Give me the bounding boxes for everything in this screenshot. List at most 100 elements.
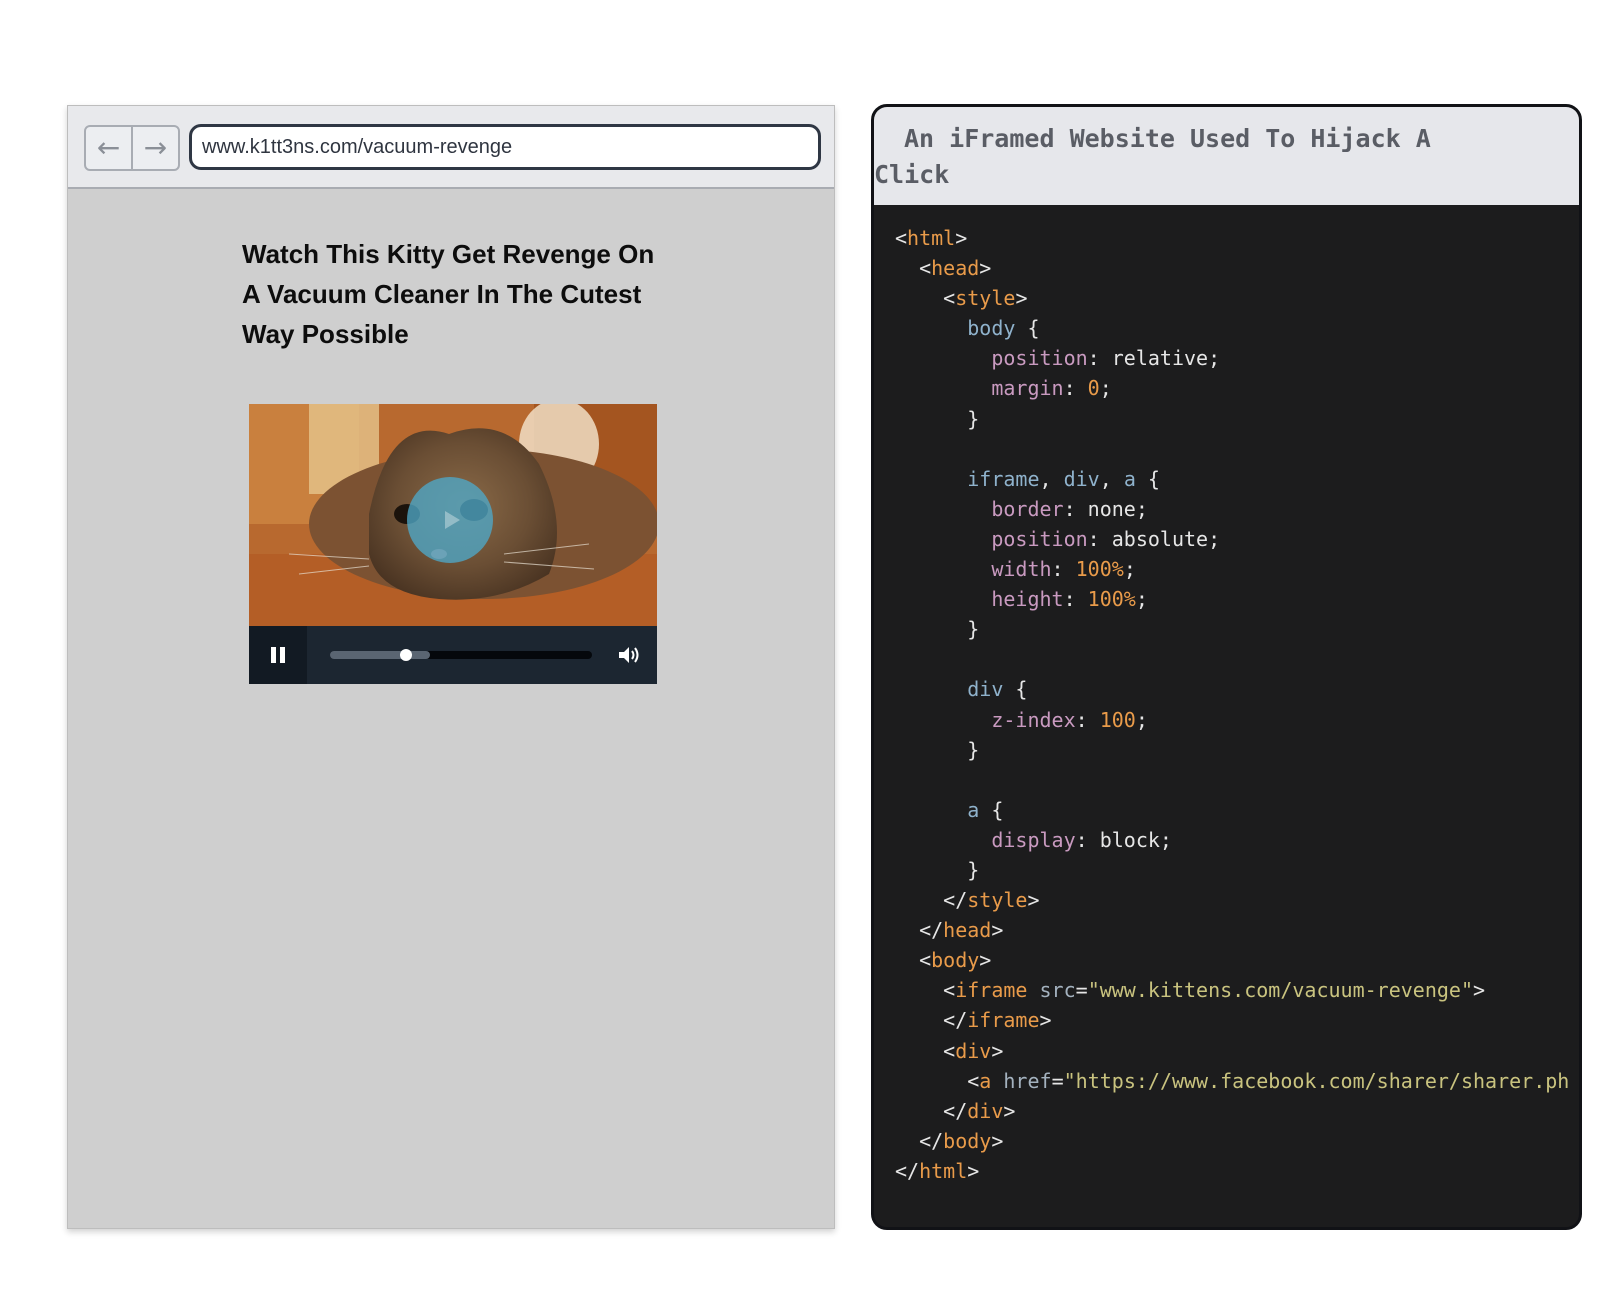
- code-token: <: [895, 948, 932, 973]
- code-panel: An iFramed Website Used To Hijack A Clic…: [871, 104, 1582, 1230]
- code-token: div: [955, 1038, 992, 1063]
- code-token: >: [991, 1128, 1004, 1153]
- code-token: body: [895, 316, 1016, 341]
- code-token: body: [943, 1128, 992, 1153]
- code-token: >: [979, 948, 992, 973]
- code-token: display: [895, 827, 1076, 852]
- code-token: </: [895, 1128, 944, 1153]
- code-token: >: [991, 1038, 1004, 1063]
- code-token: ,: [1099, 466, 1124, 491]
- play-icon: [444, 511, 460, 529]
- code-token: a: [979, 1068, 992, 1093]
- code-token: >: [1473, 978, 1486, 1003]
- code-token: >: [1039, 1008, 1052, 1033]
- code-token: {: [1135, 466, 1160, 491]
- url-text: www.k1tt3ns.com/vacuum-revenge: [202, 135, 513, 158]
- code-token: <: [895, 1038, 956, 1063]
- code-line: </iframe>: [895, 1008, 1052, 1033]
- code-token: :: [1063, 376, 1088, 401]
- code-token: 100%: [1075, 557, 1124, 582]
- code-line: z-index: 100;: [895, 708, 1148, 732]
- code-token: width: [895, 557, 1052, 582]
- code-token: ,: [1039, 466, 1064, 491]
- code-line: <a href="https://www.facebook.com/sharer…: [895, 1069, 1569, 1093]
- code-line: position: absolute;: [895, 527, 1220, 551]
- code-token: iframe: [955, 978, 1028, 1003]
- code-token: div: [895, 677, 1004, 702]
- navigation-buttons: ← →: [84, 125, 180, 171]
- code-token: :: [1063, 587, 1088, 612]
- code-token: {: [979, 797, 1004, 822]
- back-arrow-icon[interactable]: ←: [86, 127, 131, 169]
- code-token: >: [955, 226, 968, 250]
- code-token: <: [895, 256, 932, 281]
- code-token: </: [895, 1158, 920, 1183]
- code-token: 0: [1087, 376, 1100, 401]
- address-bar[interactable]: www.k1tt3ns.com/vacuum-revenge: [189, 124, 821, 170]
- code-line: iframe, div, a {: [895, 467, 1160, 491]
- code-token: }: [895, 857, 980, 882]
- code-token: : none;: [1063, 496, 1148, 521]
- code-token: }: [895, 737, 980, 762]
- code-line: </body>: [895, 1129, 1003, 1153]
- code-token: div: [967, 1098, 1004, 1123]
- code-token: div: [1063, 466, 1100, 491]
- code-line: <body>: [895, 948, 991, 972]
- code-token: ;: [1123, 557, 1136, 582]
- code-token: >: [1003, 1098, 1016, 1123]
- code-token: =: [1075, 978, 1088, 1003]
- code-line: <head>: [895, 256, 991, 280]
- code-token: }: [895, 406, 980, 431]
- code-line: height: 100%;: [895, 587, 1148, 611]
- code-token: "https://www.facebook.com/sharer/sharer.…: [1063, 1068, 1570, 1093]
- code-token: <: [895, 1068, 980, 1093]
- play-button-overlay[interactable]: [407, 477, 493, 563]
- volume-icon[interactable]: [617, 644, 641, 666]
- code-token: z-index: [895, 707, 1076, 732]
- code-token: </: [895, 1008, 968, 1033]
- code-block: <html> <head> <style> body { position: r…: [895, 223, 1569, 1186]
- article-headline: Watch This Kitty Get Revenge On A Vacuum…: [242, 239, 655, 349]
- code-line: <html>: [895, 226, 967, 250]
- progress-buffered: [330, 651, 430, 659]
- code-line: </html>: [895, 1159, 979, 1183]
- code-token: iframe: [895, 466, 1040, 491]
- code-line: border: none;: [895, 497, 1148, 521]
- code-line: }: [895, 617, 979, 641]
- code-token: ;: [1135, 707, 1148, 732]
- code-line: <div>: [895, 1039, 1003, 1063]
- video-controls: [249, 626, 657, 684]
- code-token: height: [895, 587, 1064, 612]
- code-line: display: block;: [895, 828, 1172, 852]
- forward-arrow-icon[interactable]: →: [131, 127, 178, 169]
- pause-icon: [271, 647, 276, 663]
- pause-button[interactable]: [249, 626, 307, 684]
- code-token: position: [895, 526, 1088, 551]
- code-panel-title: An iFramed Website Used To Hijack A Clic…: [874, 124, 1431, 189]
- code-token: ;: [1135, 587, 1148, 612]
- code-line: a {: [895, 798, 1003, 822]
- code-token: <: [895, 226, 908, 250]
- code-token: : absolute;: [1087, 526, 1221, 551]
- video-player[interactable]: [249, 404, 657, 684]
- code-line: </head>: [895, 918, 1003, 942]
- code-token: border: [895, 496, 1064, 521]
- pause-icon-bar: [280, 647, 285, 663]
- code-token: {: [1003, 677, 1028, 702]
- code-token: >: [967, 1158, 980, 1183]
- code-line: div {: [895, 677, 1027, 701]
- code-token: 100: [1099, 707, 1136, 732]
- code-line: </style>: [895, 888, 1039, 912]
- code-token: href: [991, 1068, 1052, 1093]
- code-line: }: [895, 858, 979, 882]
- code-token: <: [895, 286, 956, 311]
- browser-window: ← → www.k1tt3ns.com/vacuum-revenge Watch…: [67, 105, 835, 1229]
- progress-bar[interactable]: [330, 649, 592, 661]
- code-token: >: [1015, 286, 1028, 311]
- video-thumbnail: [249, 404, 657, 626]
- code-token: >: [979, 256, 992, 281]
- code-token: 100%: [1087, 587, 1136, 612]
- code-token: head: [943, 918, 992, 943]
- code-token: a: [895, 797, 980, 822]
- progress-thumb[interactable]: [399, 649, 412, 661]
